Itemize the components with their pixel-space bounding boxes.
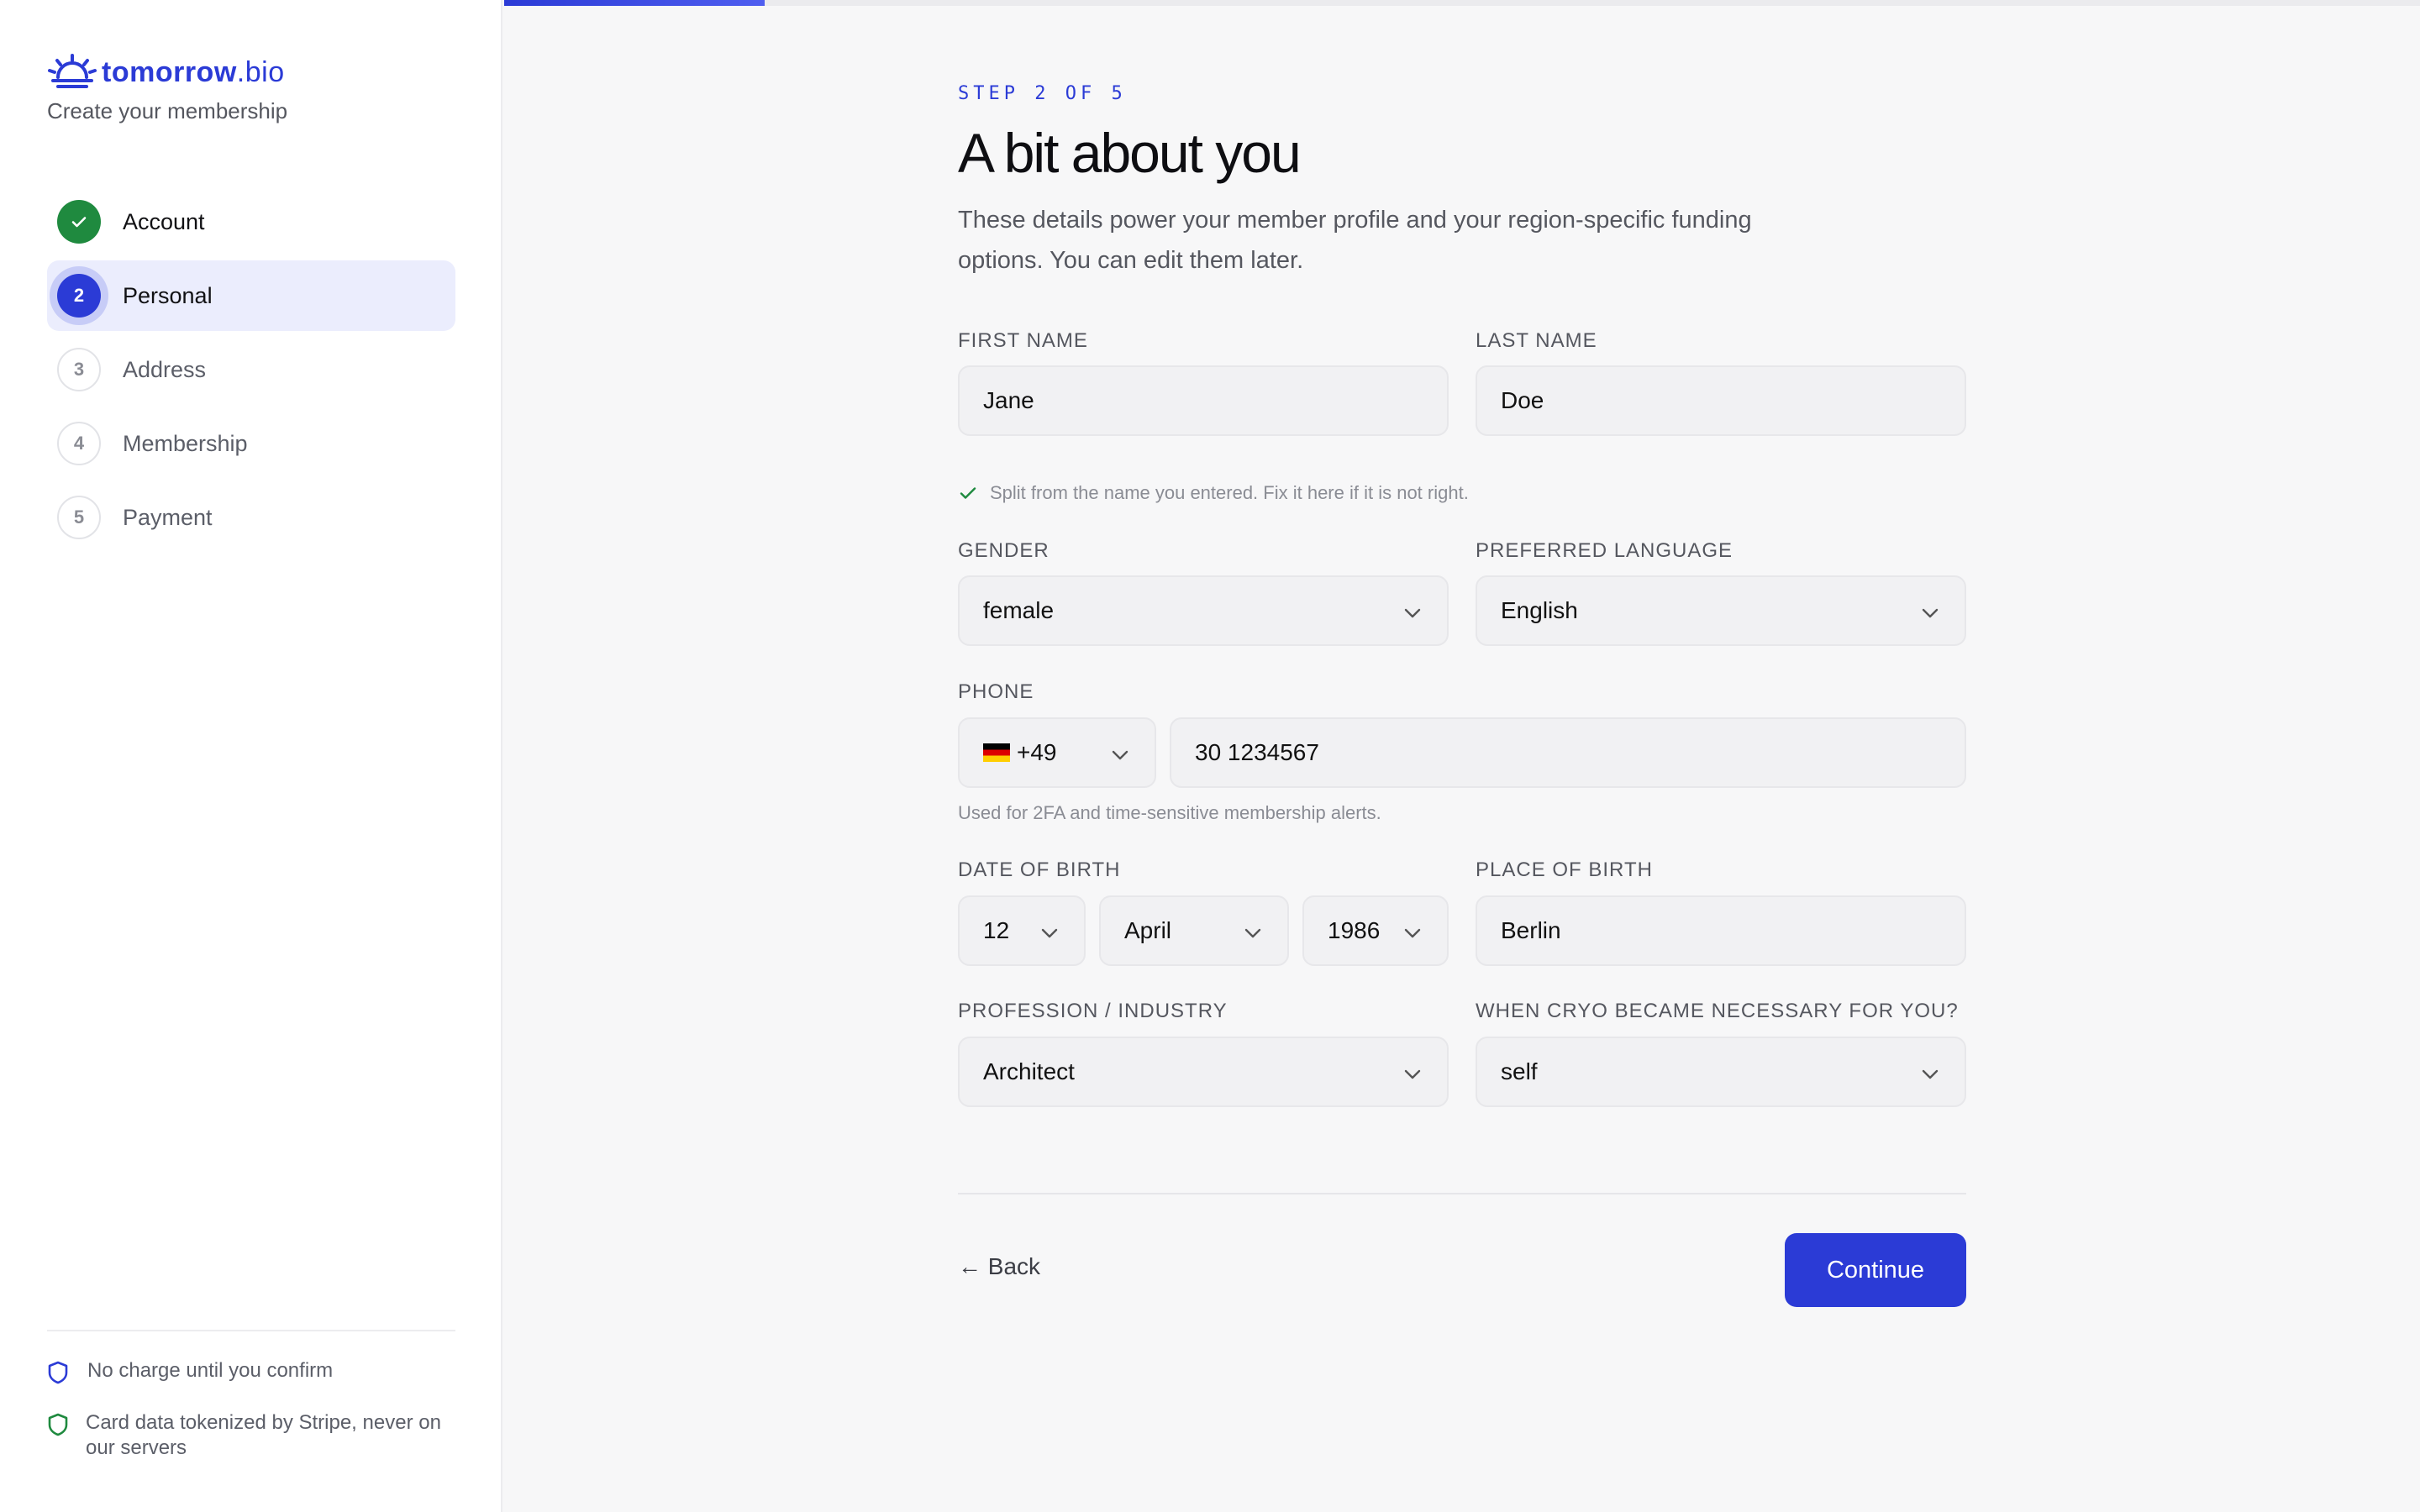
cryo-value: self [1501,1058,1538,1084]
step-account[interactable]: Account [47,186,455,257]
germany-flag-icon [983,743,1010,762]
note-no-charge: No charge until you confirm [47,1358,455,1392]
chevron-down-icon [1404,1069,1421,1079]
cryo-label: WHEN CRYO BECAME NECESSARY FOR YOU? [1476,1000,1959,1022]
brand-logo[interactable]: tomorrow.bio [46,52,285,92]
dob-month-value: April [1124,917,1172,943]
check-icon [57,200,101,244]
step-personal[interactable]: 2 Personal [47,260,455,331]
step-indicator: STEP 2 OF 5 [958,83,1127,104]
pob-value: Berlin [1501,917,1561,943]
phone-number-value: 30 1234567 [1195,739,1319,765]
step-payment[interactable]: 5 Payment [47,482,455,553]
chevron-down-icon [1922,608,1939,618]
step-label: Address [123,356,207,382]
dob-label: DATE OF BIRTH [958,858,1121,881]
gender-value: female [983,597,1055,623]
last-name-label: LAST NAME [1476,329,1597,352]
divider [958,1193,1966,1194]
progress-fill [504,0,765,6]
chevron-down-icon [1404,608,1421,618]
step-number: 2 [57,274,101,318]
brand-subtitle: Create your membership [47,98,288,123]
sidebar: tomorrow.bio Create your membership Acco… [0,0,502,1512]
step-label: Personal [123,282,213,308]
check-icon [960,487,976,499]
step-number: 4 [57,422,101,465]
progress-bar [504,0,2420,6]
profession-label: PROFESSION / INDUSTRY [958,1000,1228,1022]
step-list: Account 2 Personal 3 Address 4 Membershi… [47,186,455,556]
dob-year-value: 1986 [1328,917,1381,943]
dob-day-value: 12 [983,917,1010,943]
pob-field[interactable]: Berlin [1476,895,1966,966]
last-name-field[interactable]: Doe [1476,365,1966,436]
language-label: PREFERRED LANGUAGE [1476,539,1733,562]
brand-name: tomorrow.bio [102,55,285,88]
phone-helper: Used for 2FA and time-sensitive membersh… [958,802,1381,823]
first-name-value: Jane [983,387,1034,413]
step-label: Membership [123,430,248,456]
step-label: Payment [123,504,213,530]
gender-label: GENDER [958,539,1050,562]
country-code-value: +49 [1017,739,1057,765]
last-name-value: Doe [1501,387,1544,413]
note-stripe: Card data tokenized by Stripe, never on … [47,1410,455,1461]
step-membership[interactable]: 4 Membership [47,408,455,479]
dob-day-select[interactable]: 12 [958,895,1086,966]
country-code-select[interactable]: +49 [958,717,1156,788]
page-title: A bit about you [958,122,1302,184]
dob-year-select[interactable]: 1986 [1302,895,1449,966]
step-label: Account [123,208,205,234]
shield-icon [47,1360,71,1392]
dob-month-select[interactable]: April [1099,895,1289,966]
chevron-down-icon [1112,750,1128,760]
chevron-down-icon [1244,928,1261,938]
first-name-label: FIRST NAME [958,329,1088,352]
first-name-field[interactable]: Jane [958,365,1449,436]
trust-notes: No charge until you confirm Card data to… [47,1330,455,1479]
shield-check-icon [47,1412,69,1444]
chevron-down-icon [1041,928,1058,938]
language-value: English [1501,597,1578,623]
name-split-note: Split from the name you entered. Fix it … [958,482,1469,504]
cryo-select[interactable]: self [1476,1037,1966,1107]
page-subtitle: These details power your member profile … [958,207,1752,274]
continue-button[interactable]: Continue [1785,1233,1966,1307]
back-link[interactable]: ← Back [958,1253,1040,1280]
profession-value: Architect [983,1058,1075,1084]
pob-label: PLACE OF BIRTH [1476,858,1653,881]
chevron-down-icon [1404,928,1421,938]
phone-number-field[interactable]: 30 1234567 [1170,717,1966,788]
language-select[interactable]: English [1476,575,1966,646]
step-number: 3 [57,348,101,391]
step-number: 5 [57,496,101,539]
gender-select[interactable]: female [958,575,1449,646]
phone-label: PHONE [958,680,1034,703]
chevron-down-icon [1922,1069,1939,1079]
sunrise-logo-icon [48,54,97,88]
profession-select[interactable]: Architect [958,1037,1449,1107]
step-address[interactable]: 3 Address [47,334,455,405]
